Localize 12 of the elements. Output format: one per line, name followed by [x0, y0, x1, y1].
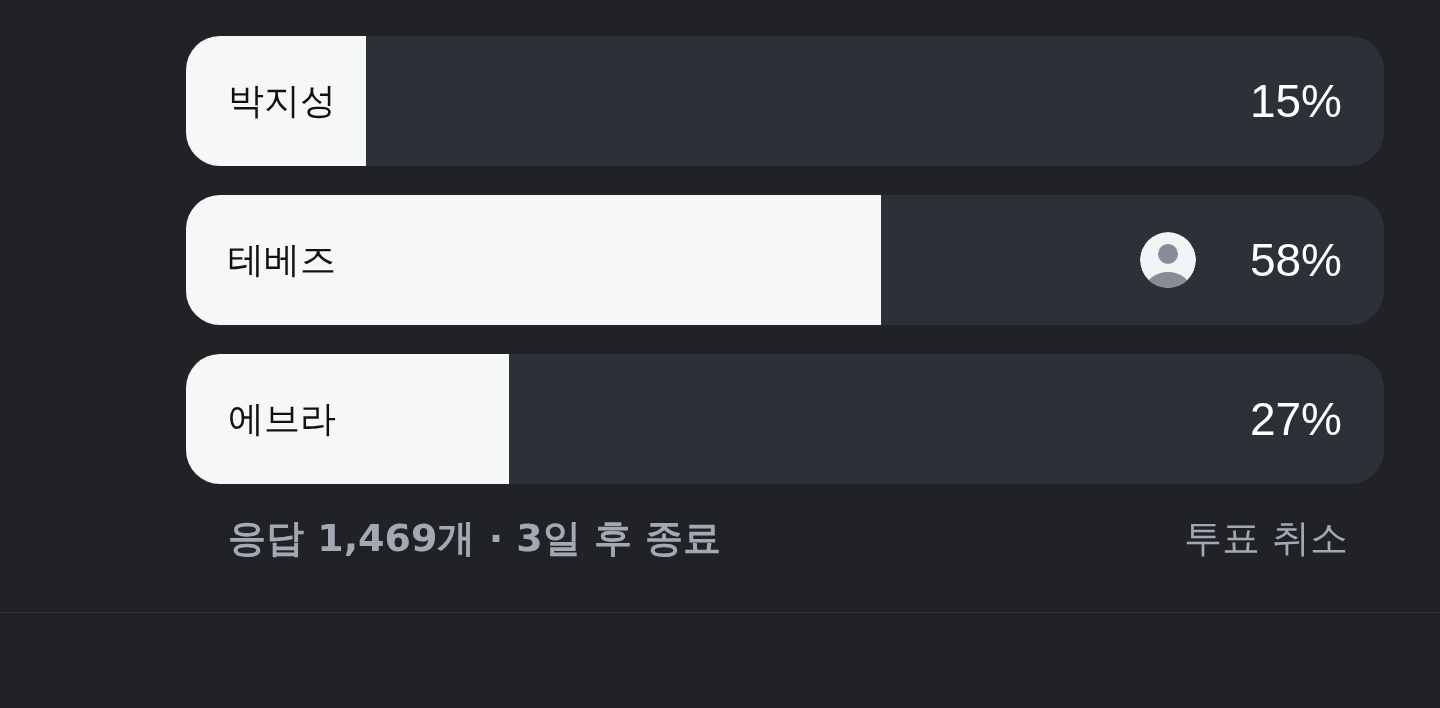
option-label: 테베즈 [228, 237, 337, 282]
poll-summary: 응답 1,469개 · 3일 후 종료 [228, 515, 722, 562]
option-label: 에브라 [228, 396, 337, 441]
poll-option[interactable]: 에브라 27% [186, 354, 1384, 484]
percent-text: 58% [1249, 233, 1342, 287]
cancel-vote-button[interactable]: 투표 취소 [1183, 513, 1348, 564]
avatar-icon [1139, 232, 1196, 288]
poll-option[interactable]: 테베즈 58% [186, 195, 1384, 325]
percent-text: 27% [1249, 392, 1342, 446]
option-label: 박지성 [228, 78, 337, 123]
poll-option[interactable]: 박지성 15% [186, 36, 1384, 166]
percent-text: 15% [1249, 74, 1342, 128]
